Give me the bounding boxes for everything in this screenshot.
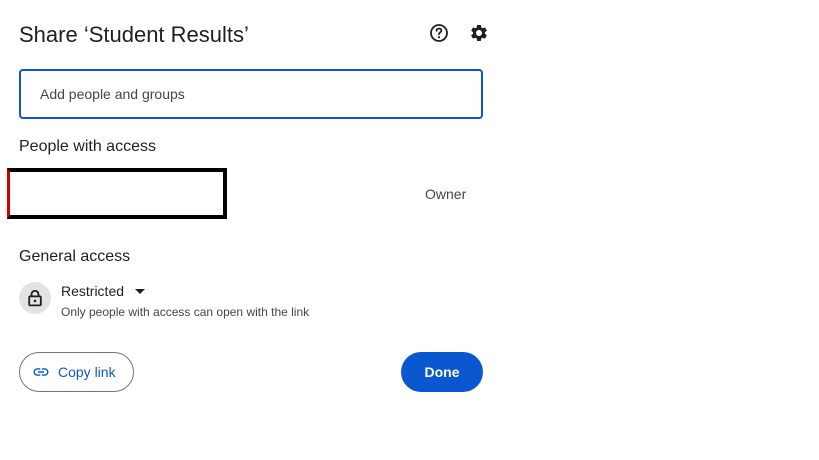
owner-role-label: Owner (425, 186, 467, 202)
dropdown-arrow-icon (135, 288, 146, 294)
people-with-access-heading: People with access (19, 138, 156, 155)
help-button[interactable] (427, 21, 451, 45)
settings-button[interactable] (467, 21, 491, 45)
lock-icon (28, 289, 42, 307)
share-dialog: Share ‘Student Results’ People with acce… (0, 0, 819, 460)
general-access-description: Only people with access can open with th… (61, 305, 310, 319)
copy-link-label: Copy link (58, 364, 116, 380)
dialog-title: Share ‘Student Results’ (19, 22, 249, 47)
general-access-selected: Restricted (61, 283, 125, 299)
gear-icon (471, 24, 487, 41)
general-access-dropdown[interactable]: Restricted (61, 281, 146, 301)
link-icon (33, 368, 49, 376)
copy-link-button[interactable]: Copy link (19, 352, 134, 392)
redacted-owner-entry (7, 168, 227, 219)
help-circle-icon (430, 24, 448, 42)
add-people-input[interactable] (19, 69, 483, 119)
general-access-heading: General access (19, 248, 131, 265)
done-button[interactable]: Done (401, 352, 483, 392)
general-access-icon-container (19, 282, 51, 314)
